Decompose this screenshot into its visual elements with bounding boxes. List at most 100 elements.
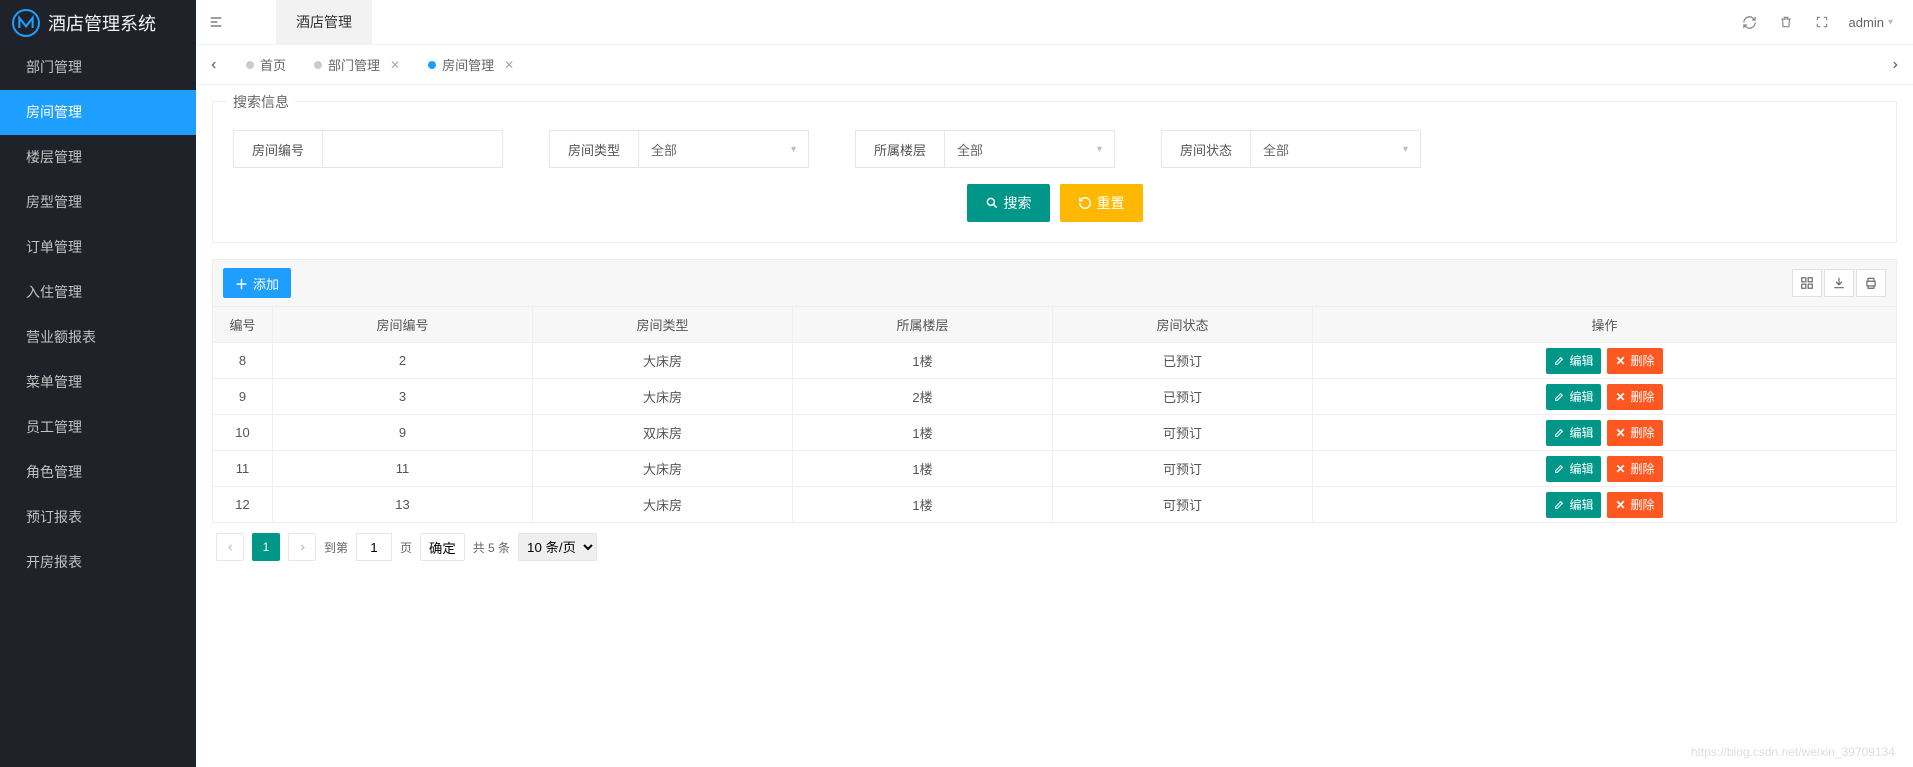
close-icon[interactable]: ✕ <box>390 58 400 72</box>
search-legend: 搜索信息 <box>227 92 295 112</box>
sidebar-item[interactable]: 开房报表 <box>0 540 196 585</box>
search-button[interactable]: 搜索 <box>967 184 1050 222</box>
goto-confirm-button[interactable]: 确定 <box>420 533 465 561</box>
export-icon[interactable] <box>1824 269 1854 297</box>
add-button[interactable]: ＋ 添加 <box>223 268 291 298</box>
cell-id: 10 <box>213 415 273 451</box>
sidebar: 酒店管理系统 部门管理房间管理楼层管理房型管理订单管理入住管理营业额报表菜单管理… <box>0 0 196 767</box>
edit-button[interactable]: 编辑 <box>1546 420 1601 446</box>
field-label-room-type: 房间类型 <box>550 131 639 167</box>
room-type-select[interactable]: 全部 ▾ <box>639 140 808 159</box>
cell-roomNo: 9 <box>273 415 533 451</box>
fullscreen-icon[interactable] <box>1813 13 1831 31</box>
sidebar-item[interactable]: 房型管理 <box>0 180 196 225</box>
sidebar-item[interactable]: 订单管理 <box>0 225 196 270</box>
pagination: 1 到第 页 确定 共 5 条 10 条/页 <box>212 523 1897 565</box>
page-1-button[interactable]: 1 <box>252 533 280 561</box>
delete-button[interactable]: ✕删除 <box>1607 384 1662 410</box>
cell-floor: 1楼 <box>793 343 1053 379</box>
user-name: admin <box>1849 15 1884 30</box>
floor-select[interactable]: 全部 ▾ <box>945 140 1114 159</box>
tab-label: 房间管理 <box>442 55 494 74</box>
delete-button[interactable]: ✕删除 <box>1607 456 1662 482</box>
field-label-room-no: 房间编号 <box>234 131 323 167</box>
delete-button[interactable]: ✕删除 <box>1607 420 1662 446</box>
toolbar-right <box>1792 269 1886 297</box>
sidebar-item[interactable]: 菜单管理 <box>0 360 196 405</box>
field-status: 房间状态 全部 ▾ <box>1161 130 1421 168</box>
cell-id: 8 <box>213 343 273 379</box>
cell-status: 可预订 <box>1053 451 1313 487</box>
search-button-label: 搜索 <box>1004 193 1032 213</box>
sidebar-item[interactable]: 房间管理 <box>0 90 196 135</box>
tab-dot-icon <box>428 61 436 69</box>
total-label: 共 5 条 <box>473 539 510 556</box>
column-header: 所属楼层 <box>793 307 1053 343</box>
cell-type: 双床房 <box>533 415 793 451</box>
main: 酒店管理 admin ▾ 首页部 <box>196 0 1913 767</box>
sidebar-item[interactable]: 营业额报表 <box>0 315 196 360</box>
top-tab[interactable]: 酒店管理 <box>276 0 372 45</box>
floor-value: 全部 <box>957 140 983 159</box>
tabs-row: 首页部门管理✕ 房间管理 ✕ <box>196 45 1913 85</box>
delete-button[interactable]: ✕删除 <box>1607 492 1662 518</box>
room-no-input[interactable] <box>323 131 483 167</box>
close-icon[interactable]: ✕ <box>504 58 514 72</box>
sidebar-item[interactable]: 入住管理 <box>0 270 196 315</box>
edit-button[interactable]: 编辑 <box>1546 456 1601 482</box>
chevron-down-icon: ▾ <box>1097 144 1102 155</box>
tab-item[interactable]: 部门管理✕ <box>300 45 414 85</box>
columns-icon[interactable] <box>1792 269 1822 297</box>
table-row: 93大床房2楼已预订编辑✕删除 <box>213 379 1897 415</box>
sidebar-item[interactable]: 部门管理 <box>0 45 196 90</box>
user-menu[interactable]: admin ▾ <box>1849 15 1893 30</box>
cell-id: 9 <box>213 379 273 415</box>
search-row: 房间编号 房间类型 全部 ▾ 所属楼层 全部 ▾ <box>233 130 1876 168</box>
sidebar-item[interactable]: 员工管理 <box>0 405 196 450</box>
search-buttons: 搜索 重置 <box>233 184 1876 222</box>
cell-id: 12 <box>213 487 273 523</box>
content: 搜索信息 房间编号 房间类型 全部 ▾ 所属楼层 <box>196 85 1913 767</box>
reset-button[interactable]: 重置 <box>1060 184 1143 222</box>
status-select[interactable]: 全部 ▾ <box>1251 140 1420 159</box>
tab-item[interactable]: 房间管理 ✕ <box>414 45 528 85</box>
collapse-sidebar-button[interactable] <box>196 0 236 45</box>
field-room-no: 房间编号 <box>233 130 503 168</box>
cell-type: 大床房 <box>533 451 793 487</box>
refresh-icon[interactable] <box>1741 13 1759 31</box>
cell-floor: 1楼 <box>793 451 1053 487</box>
goto-page-input[interactable] <box>356 533 392 561</box>
tab-item[interactable]: 首页 <box>232 45 300 85</box>
edit-button[interactable]: 编辑 <box>1546 384 1601 410</box>
edit-button[interactable]: 编辑 <box>1546 492 1601 518</box>
field-label-status: 房间状态 <box>1162 131 1251 167</box>
sidebar-item[interactable]: 角色管理 <box>0 450 196 495</box>
page-next-button[interactable] <box>288 533 316 561</box>
tabs-prev-button[interactable] <box>196 45 232 85</box>
sidebar-item[interactable]: 预订报表 <box>0 495 196 540</box>
print-icon[interactable] <box>1856 269 1886 297</box>
delete-icon[interactable] <box>1777 13 1795 31</box>
column-header: 操作 <box>1313 307 1897 343</box>
table-row: 1111大床房1楼可预订编辑✕删除 <box>213 451 1897 487</box>
cell-floor: 1楼 <box>793 487 1053 523</box>
chevron-down-icon: ▾ <box>791 144 796 155</box>
table-row: 1213大床房1楼可预订编辑✕删除 <box>213 487 1897 523</box>
nav: 部门管理房间管理楼层管理房型管理订单管理入住管理营业额报表菜单管理员工管理角色管… <box>0 45 196 767</box>
tabs-next-button[interactable] <box>1877 45 1913 85</box>
per-page-select[interactable]: 10 条/页 <box>518 533 597 561</box>
plus-icon: ＋ <box>235 274 248 293</box>
cell-actions: 编辑✕删除 <box>1313 415 1897 451</box>
delete-button[interactable]: ✕删除 <box>1607 348 1662 374</box>
sidebar-item[interactable]: 楼层管理 <box>0 135 196 180</box>
column-header: 房间类型 <box>533 307 793 343</box>
field-room-type: 房间类型 全部 ▾ <box>549 130 809 168</box>
page-prev-button[interactable] <box>216 533 244 561</box>
cell-roomNo: 11 <box>273 451 533 487</box>
cell-status: 可预订 <box>1053 415 1313 451</box>
tab-dot-icon <box>314 61 322 69</box>
chevron-down-icon: ▾ <box>1888 17 1893 28</box>
cell-actions: 编辑✕删除 <box>1313 487 1897 523</box>
edit-button[interactable]: 编辑 <box>1546 348 1601 374</box>
field-label-floor: 所属楼层 <box>856 131 945 167</box>
